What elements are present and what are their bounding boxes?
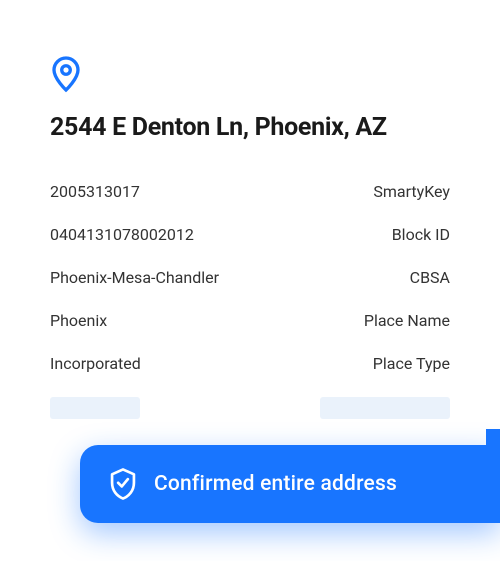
- detail-value: Incorporated: [50, 354, 141, 373]
- confirmation-text: Confirmed entire address: [154, 472, 397, 496]
- detail-row: Incorporated Place Type: [50, 354, 450, 373]
- detail-value: Phoenix-Mesa-Chandler: [50, 268, 219, 287]
- detail-row: Phoenix-Mesa-Chandler CBSA: [50, 268, 450, 287]
- address-card: 2544 E Denton Ln, Phoenix, AZ 2005313017…: [0, 0, 500, 419]
- detail-label: CBSA: [410, 268, 450, 287]
- placeholder-skeleton: [320, 397, 450, 419]
- detail-value: 0404131078002012: [50, 225, 194, 244]
- placeholder-skeleton: [50, 397, 140, 419]
- detail-label: Block ID: [392, 225, 450, 244]
- address-title: 2544 E Denton Ln, Phoenix, AZ: [50, 113, 450, 142]
- detail-label: Place Type: [373, 354, 450, 373]
- detail-label: Place Name: [364, 311, 450, 330]
- detail-row: 0404131078002012 Block ID: [50, 225, 450, 244]
- detail-row: 2005313017 SmartyKey: [50, 182, 450, 201]
- detail-row: Phoenix Place Name: [50, 311, 450, 330]
- detail-value: 2005313017: [50, 182, 140, 201]
- placeholder-row: [50, 397, 450, 419]
- location-pin-icon: [50, 55, 450, 93]
- detail-value: Phoenix: [50, 311, 107, 330]
- confirmation-banner: Confirmed entire address: [80, 445, 500, 523]
- detail-label: SmartyKey: [373, 182, 450, 201]
- shield-check-icon: [108, 467, 138, 501]
